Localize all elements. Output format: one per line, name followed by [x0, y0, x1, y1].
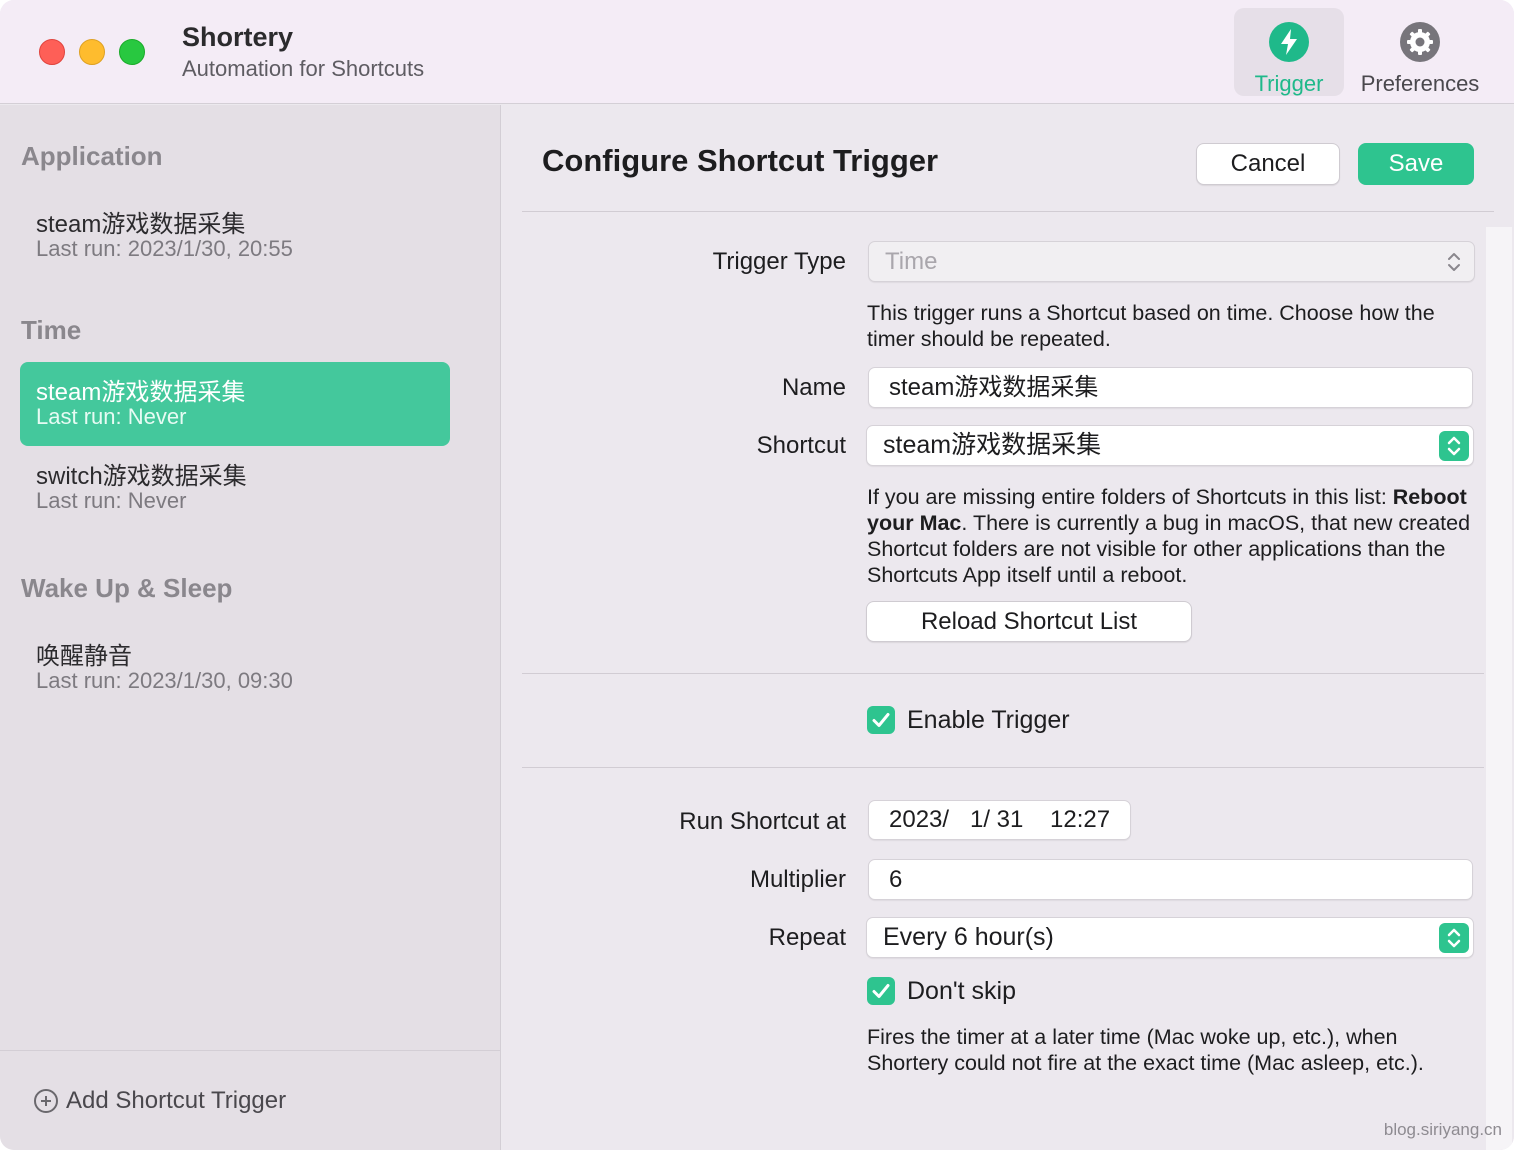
close-window-button[interactable] — [39, 39, 65, 65]
repeat-popup[interactable]: Every 6 hour(s) — [866, 917, 1474, 958]
chevron-updown-icon — [1439, 923, 1469, 953]
add-shortcut-trigger-label: Add Shortcut Trigger — [66, 1087, 287, 1114]
dont-skip-help: Fires the timer at a later time (Mac wok… — [867, 1025, 1424, 1075]
header-divider — [522, 211, 1494, 212]
run-at-time[interactable]: 12:27 — [1050, 801, 1110, 839]
app-subtitle: Automation for Shortcuts — [182, 56, 425, 81]
multiplier-field[interactable]: 6 — [868, 859, 1473, 900]
toolbar-trigger-button[interactable]: Trigger — [1234, 8, 1344, 96]
sidebar-item-last-run: Last run: 2023/1/30, 09:30 — [36, 668, 293, 693]
gear-icon — [1400, 22, 1440, 62]
toolbar-trigger-label: Trigger — [1254, 71, 1324, 96]
run-at-label: Run Shortcut at — [679, 808, 846, 835]
shortcut-help: If you are missing entire folders of Sho… — [867, 484, 1477, 588]
plus-circle-icon — [34, 1089, 58, 1113]
sidebar-item-selected[interactable]: steam游戏数据采集 Last run: Never — [20, 362, 450, 446]
sidebar-item-name: steam游戏数据采集 — [36, 211, 246, 238]
chevron-updown-icon — [1442, 248, 1466, 276]
run-at-year[interactable]: 2023/ — [889, 801, 949, 839]
sidebar-item-last-run: Last run: Never — [36, 488, 187, 513]
section-title-time: Time — [21, 315, 82, 345]
add-shortcut-trigger-button[interactable]: Add Shortcut Trigger — [34, 1085, 286, 1117]
name-label: Name — [781, 374, 846, 401]
watermark: blog.siriyang.cn — [1383, 1120, 1502, 1139]
enable-trigger-label: Enable Trigger — [907, 705, 1070, 734]
shortcut-popup[interactable]: steam游戏数据采集 — [866, 425, 1474, 466]
section-title-wake-sleep: Wake Up & Sleep — [21, 573, 233, 603]
shortcut-label: Shortcut — [756, 432, 846, 459]
toolbar-preferences-label: Preferences — [1360, 71, 1480, 96]
shortcut-value: steam游戏数据采集 — [883, 431, 1102, 459]
shortcut-help-prefix: If you are missing entire folders of Sho… — [867, 485, 1393, 509]
app-title: Shortery — [182, 22, 294, 52]
sidebar-item-last-run: Last run: 2023/1/30, 20:55 — [36, 236, 293, 261]
app-window: Shortery Automation for Shortcuts Trigge… — [0, 0, 1514, 1150]
page-title: Configure Shortcut Trigger — [542, 143, 939, 178]
checkmark-icon — [867, 706, 895, 734]
trigger-type-value: Time — [885, 248, 938, 275]
reload-shortcut-list-button[interactable]: Reload Shortcut List — [866, 601, 1192, 642]
trigger-type-label: Trigger Type — [712, 248, 846, 275]
run-at-month-day[interactable]: 1/ 31 — [970, 801, 1023, 839]
minimize-window-button[interactable] — [79, 39, 105, 65]
chevron-updown-icon — [1439, 431, 1469, 461]
sidebar: Application steam游戏数据采集 Last run: 2023/1… — [0, 105, 501, 1150]
multiplier-label: Multiplier — [749, 866, 846, 893]
titlebar: Shortery Automation for Shortcuts Trigge… — [0, 0, 1514, 104]
bolt-icon — [1269, 22, 1309, 62]
sidebar-item-name: steam游戏数据采集 — [36, 379, 246, 406]
zoom-window-button[interactable] — [119, 39, 145, 65]
sidebar-item[interactable]: switch游戏数据采集 Last run: Never — [20, 446, 450, 530]
sidebar-item[interactable]: 唤醒静音 Last run: 2023/1/30, 09:30 — [20, 626, 450, 710]
repeat-value: Every 6 hour(s) — [883, 923, 1054, 951]
save-button[interactable]: Save — [1358, 143, 1474, 185]
name-field[interactable]: steam游戏数据采集 — [868, 367, 1473, 408]
sidebar-item-last-run: Last run: Never — [36, 404, 187, 429]
trigger-type-help: This trigger runs a Shortcut based on ti… — [867, 301, 1435, 351]
section-divider — [522, 673, 1484, 674]
dont-skip-checkbox[interactable]: Don't skip — [867, 976, 1016, 1006]
trigger-type-popup: Time — [868, 241, 1475, 282]
main-pane: Configure Shortcut Trigger Cancel Save T… — [502, 105, 1514, 1150]
dont-skip-label: Don't skip — [907, 976, 1016, 1005]
checkmark-icon — [867, 977, 895, 1005]
section-divider — [522, 767, 1484, 768]
enable-trigger-checkbox[interactable]: Enable Trigger — [867, 705, 1070, 735]
sidebar-item-name: switch游戏数据采集 — [36, 463, 247, 490]
section-title-application: Application — [21, 141, 163, 171]
sidebar-item-name: 唤醒静音 — [36, 643, 132, 670]
run-at-datetime-picker[interactable]: 2023/ 1/ 31 12:27 — [868, 800, 1131, 840]
scrollbar-track[interactable] — [1486, 227, 1512, 1150]
sidebar-footer: Add Shortcut Trigger — [0, 1050, 500, 1150]
toolbar-preferences-button[interactable]: Preferences — [1352, 8, 1488, 96]
repeat-label: Repeat — [768, 924, 846, 951]
sidebar-item[interactable]: steam游戏数据采集 Last run: 2023/1/30, 20:55 — [20, 194, 450, 278]
cancel-button[interactable]: Cancel — [1196, 143, 1340, 185]
